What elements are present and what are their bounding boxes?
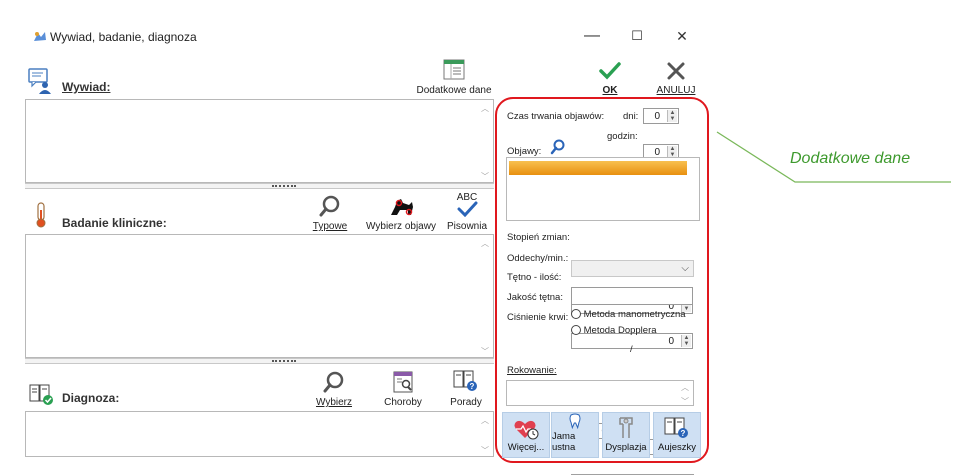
pulse-count-label: Tętno - ilość: — [507, 272, 562, 283]
cancel-label: ANULUJ — [656, 85, 696, 96]
dog-icon — [391, 199, 413, 216]
hip-bone-icon — [619, 417, 633, 438]
heart-clock-icon — [514, 420, 539, 440]
dysplasia-label: Dysplazja — [605, 442, 647, 453]
chevron-down-icon: ⌵ — [681, 263, 689, 274]
dysplasia-button[interactable]: Dysplazja — [602, 412, 650, 458]
choose-diagnosis-label: Wybierz — [315, 397, 353, 408]
extra-data-button[interactable]: Dodatkowe dane — [415, 52, 493, 96]
svg-text:?: ? — [470, 382, 475, 391]
disease-catalog-icon — [393, 371, 413, 393]
help-book-icon: ? — [664, 417, 688, 438]
interview-label: Wywiad: — [62, 80, 111, 94]
prognosis-scrollbar[interactable]: ︿ ﹀ — [677, 381, 693, 406]
interview-scrollbar[interactable]: ︿ ﹀ — [477, 100, 493, 182]
pulse-quality-input[interactable] — [571, 287, 693, 305]
days-spinner[interactable]: 0 ▲ ▼ — [643, 108, 679, 124]
extra-data-label: Dodatkowe dane — [416, 85, 492, 96]
radio-manometric[interactable] — [571, 309, 581, 320]
breaths-label: Oddechy/min.: — [507, 253, 569, 264]
pulse-quality-label: Jakość tętna: — [507, 292, 563, 303]
symptoms-selected-row[interactable] — [509, 161, 687, 175]
days-label: dni: — [623, 111, 639, 122]
degree-label: Stopień zmian: — [507, 232, 570, 243]
diseases-label: Choroby — [384, 397, 422, 408]
diagnosis-scrollbar[interactable]: ︿ ﹀ — [477, 412, 493, 456]
choose-diagnosis-button[interactable]: Wybierz — [312, 364, 356, 408]
interview-textarea[interactable]: ︿ ﹀ — [25, 99, 494, 183]
thermometer-icon — [34, 202, 48, 228]
symptoms-search-icon[interactable] — [550, 139, 566, 158]
hours-value: 0 — [654, 146, 660, 158]
table-icon — [443, 59, 465, 80]
mouth-label: Jama ustna — [552, 431, 576, 453]
spelling-button[interactable]: ABC Pisownia — [445, 188, 489, 233]
window-title: Wywiad, badanie, diagnoza — [50, 30, 197, 44]
aujeszky-label: Aujeszky — [657, 442, 696, 453]
pulse-count-down-arrow[interactable]: ▼ — [682, 341, 691, 347]
bp-method-doppler[interactable]: Metoda Dopplera — [571, 325, 657, 336]
duration-label: Czas trwania objawów: — [507, 111, 605, 122]
symptoms-label: Objawy: — [507, 146, 542, 157]
interview-icon — [28, 68, 51, 94]
ok-button[interactable]: OK — [588, 52, 632, 96]
advice-label: Porady — [450, 397, 482, 408]
days-value: 0 — [654, 110, 660, 122]
bp-separator: / — [630, 344, 633, 355]
prognosis-label: Rokowanie: — [507, 365, 557, 376]
minimize-button[interactable]: — — [577, 24, 607, 48]
checkmark-icon — [599, 62, 621, 80]
more-button[interactable]: Więcej... — [502, 412, 550, 458]
magnifier-icon — [323, 371, 344, 393]
choose-symptoms-label: Wybierz objawy — [366, 221, 436, 232]
help-book-icon: ? — [453, 370, 477, 391]
maximize-button[interactable]: ☐ — [622, 24, 652, 48]
symptoms-list[interactable] — [506, 157, 700, 221]
diagnosis-book-icon — [29, 383, 55, 407]
cross-icon — [667, 62, 685, 80]
days-down-arrow[interactable]: ▼ — [668, 116, 677, 122]
title-bar: Wywiad, badanie, diagnoza — ☐ ✕ — [0, 0, 720, 60]
bp-method-manometric[interactable]: Metoda manometryczna — [571, 309, 686, 320]
magnifier-icon — [319, 195, 340, 217]
annotation-label: Dodatkowe dane — [790, 150, 911, 167]
aujeszky-button[interactable]: ? Aujeszky — [653, 412, 701, 458]
degree-combo[interactable]: ⌵ — [571, 260, 694, 277]
more-label: Więcej... — [507, 442, 545, 453]
typical-button[interactable]: Typowe — [308, 188, 352, 232]
tooth-icon — [569, 413, 581, 429]
radio-doppler[interactable] — [571, 325, 581, 336]
blood-pressure-label: Ciśnienie krwi: — [507, 312, 569, 323]
clinical-exam-label: Badanie kliniczne: — [62, 216, 167, 230]
app-icon — [32, 30, 46, 44]
hours-label: godzin: — [607, 131, 638, 142]
svg-text:?: ? — [681, 429, 686, 438]
prognosis-notes[interactable]: ︿ ﹀ — [506, 380, 694, 406]
close-button[interactable]: ✕ — [667, 24, 697, 48]
pulse-count-value: 0 — [668, 335, 674, 347]
diagnosis-label: Diagnoza: — [62, 391, 120, 405]
spell-check-icon — [457, 201, 478, 217]
clinical-exam-textarea[interactable]: ︿ ﹀ — [25, 234, 494, 358]
spelling-label: Pisownia — [446, 221, 488, 232]
cancel-button[interactable]: ANULUJ — [648, 52, 704, 96]
clinical-exam-scrollbar[interactable]: ︿ ﹀ — [477, 235, 493, 357]
choose-symptoms-button[interactable]: Wybierz objawy — [364, 188, 438, 232]
diagnosis-textarea[interactable]: ︿ ﹀ — [25, 411, 494, 457]
diseases-button[interactable]: Choroby — [378, 364, 428, 408]
mouth-button[interactable]: Jama ustna — [551, 412, 599, 458]
ok-label: OK — [602, 85, 618, 96]
advice-button[interactable]: ? Porady — [444, 364, 488, 408]
typical-label: Typowe — [312, 221, 348, 232]
